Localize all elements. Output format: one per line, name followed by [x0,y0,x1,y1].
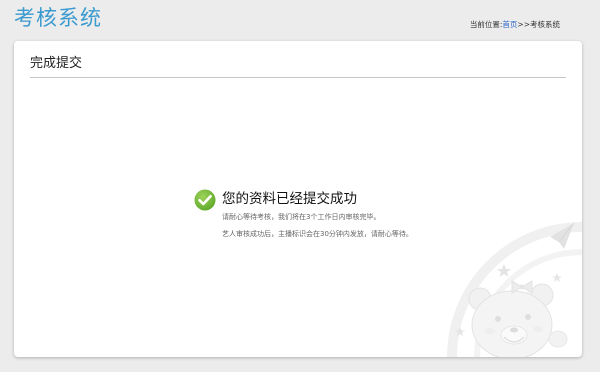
header: 考核系统 当前位置:首页>>考核系统 [0,0,600,40]
breadcrumb-separator: >> [517,20,530,29]
success-line-2: 艺人审核成功后，主播标识会在30分钟内发放，请耐心等待。 [222,230,413,238]
breadcrumb-home-link[interactable]: 首页 [502,20,517,29]
success-line-1: 请耐心等待考核，我们将在3个工作日内审核完毕。 [222,213,381,221]
panel-title: 完成提交 [30,56,83,71]
mascot-watermark [447,222,582,357]
content-panel: 完成提交 您的资料已经提交成功 请耐心等待考核，我们将在3个工作日内审核完毕。 … [14,41,582,357]
success-heading: 您的资料已经提交成功 [222,191,357,207]
breadcrumb: 当前位置:首页>>考核系统 [470,19,560,31]
system-title: 考核系统 [14,6,102,30]
panel-divider [30,77,566,78]
breadcrumb-prefix: 当前位置: [469,20,503,29]
breadcrumb-current: 考核系统 [530,20,560,29]
check-circle-icon [194,189,216,211]
